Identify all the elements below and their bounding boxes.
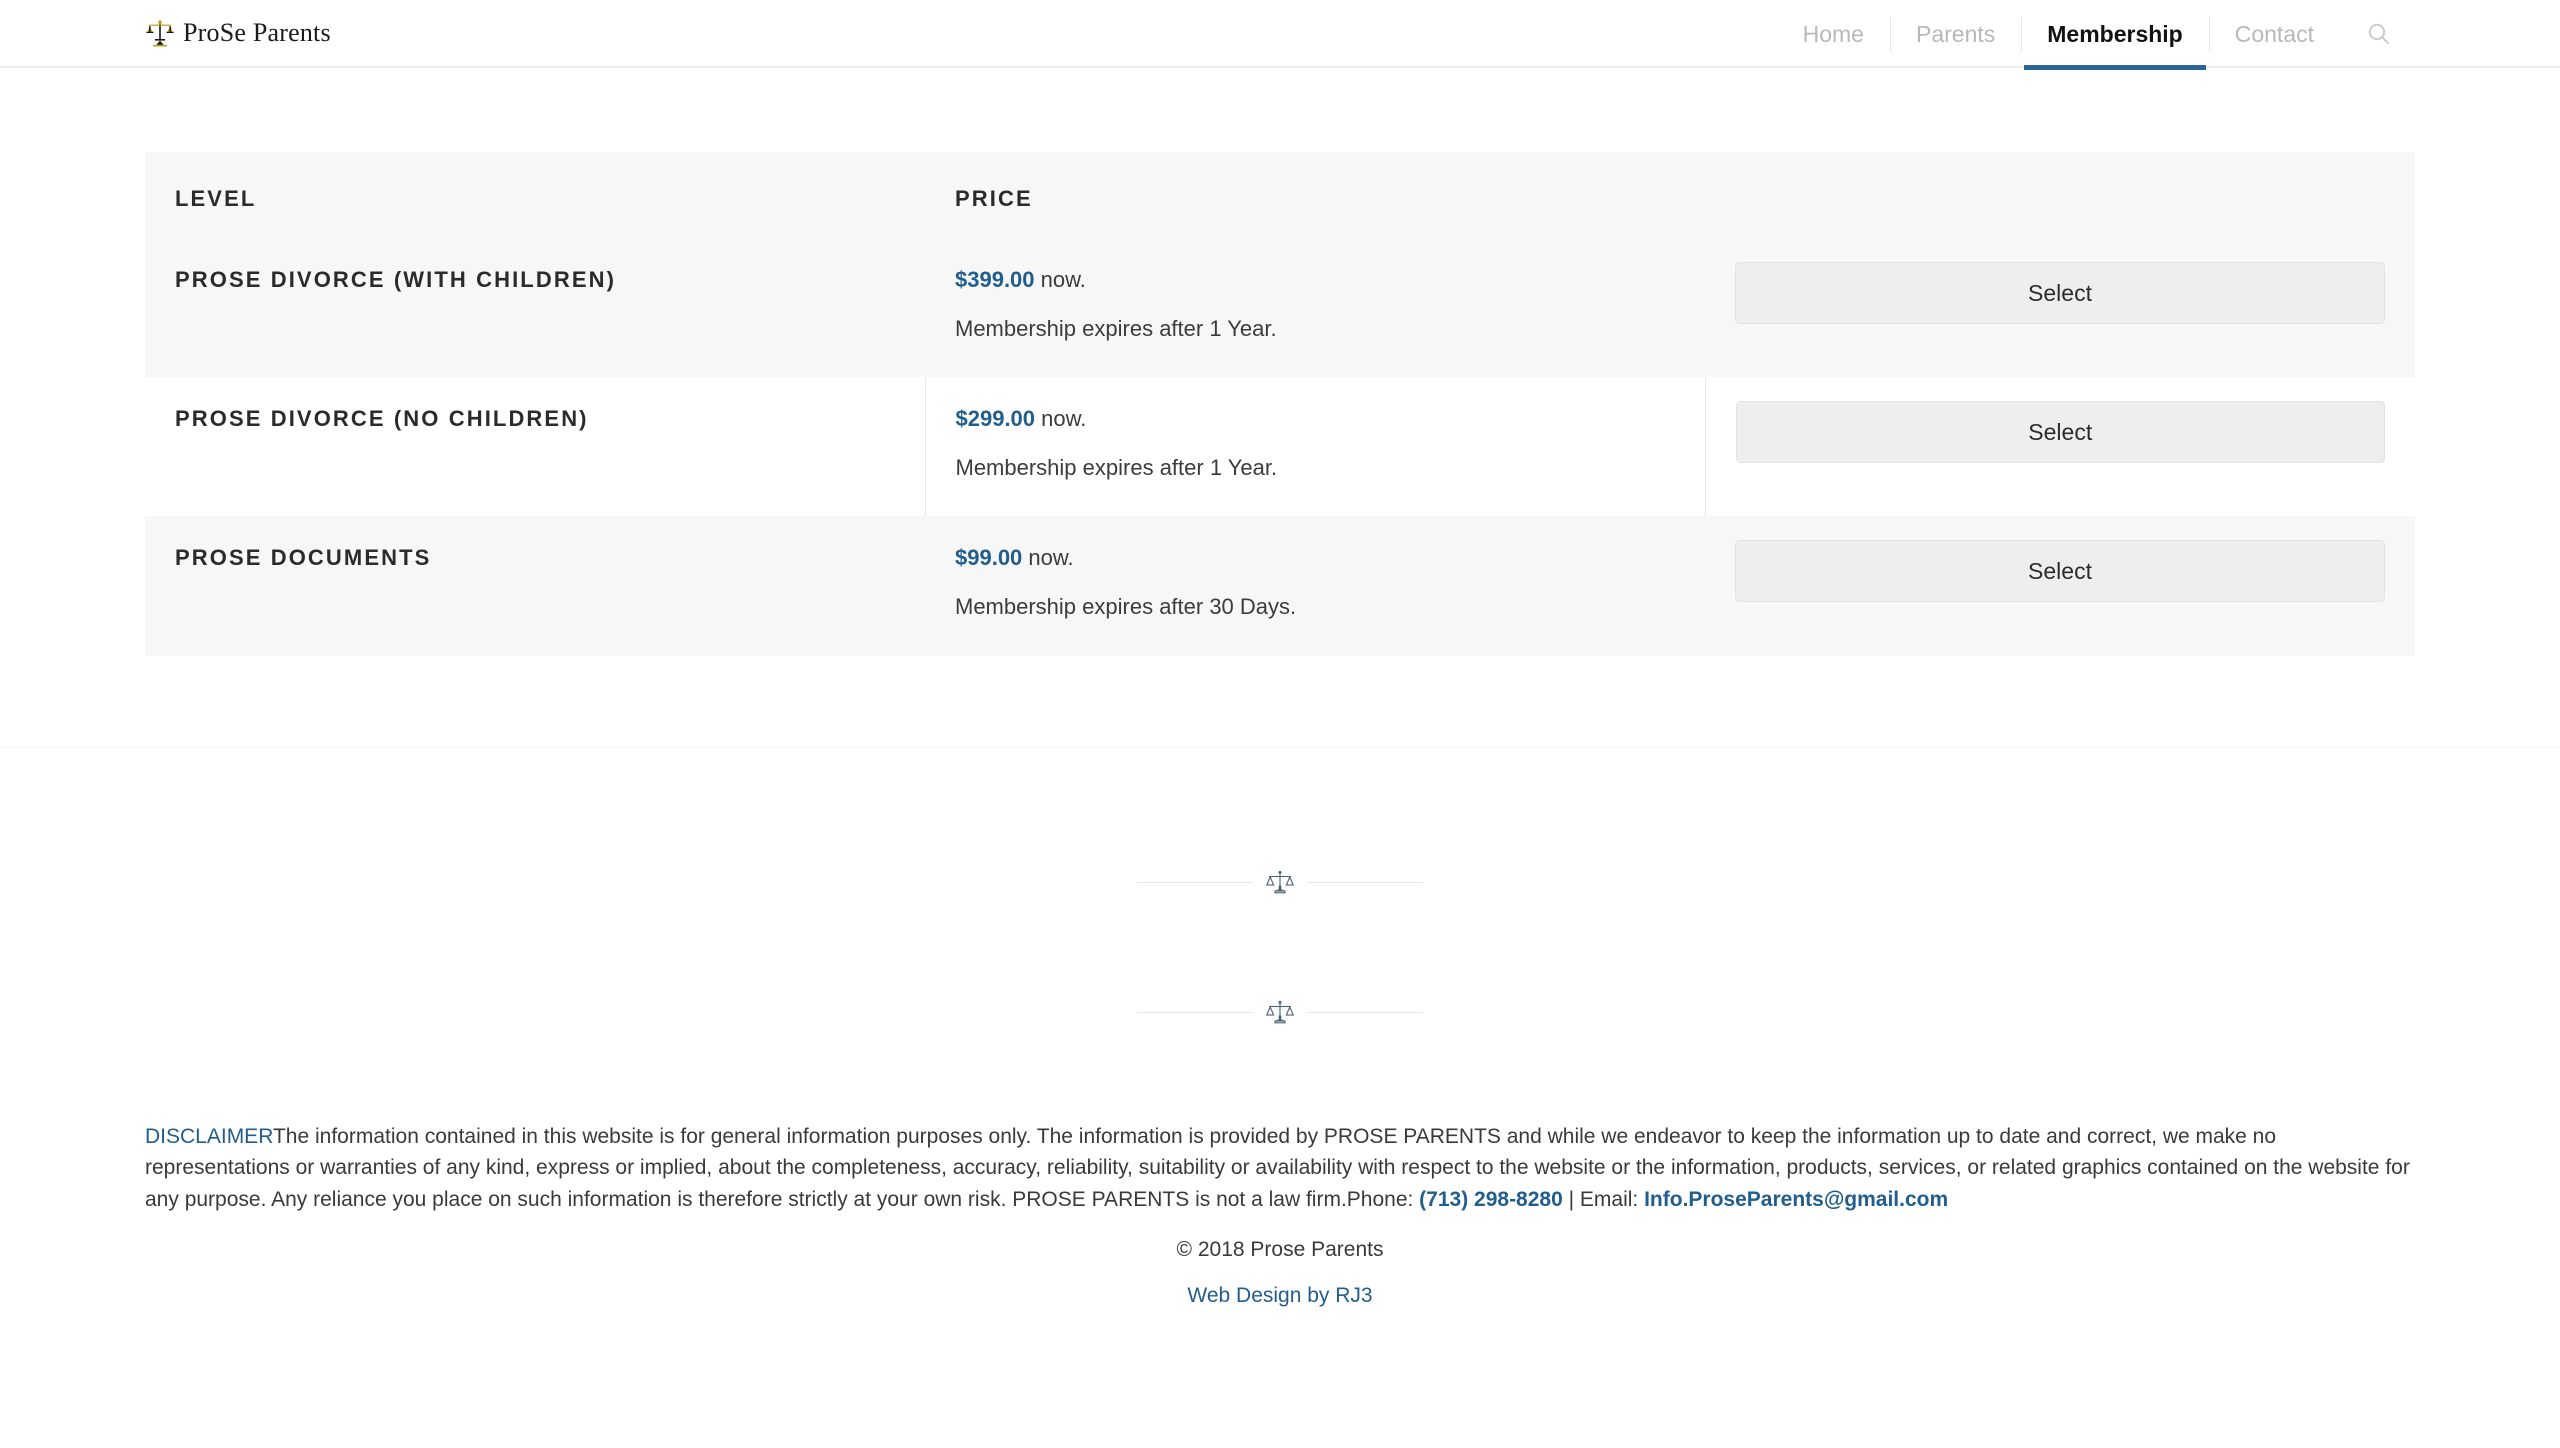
scales-of-justice-icon xyxy=(1265,868,1295,898)
action-cell: Select xyxy=(1705,516,2415,656)
price-suffix: now. xyxy=(1034,267,1086,292)
price-cell: $399.00 now. Membership expires after 1 … xyxy=(925,238,1705,378)
table-row: PROSE DIVORCE (NO CHILDREN) $299.00 now.… xyxy=(145,377,2415,517)
footer-separator-bottom xyxy=(0,998,2560,1028)
separator-line-right xyxy=(1308,882,1423,884)
price-cell: $299.00 now. Membership expires after 1 … xyxy=(924,377,1705,517)
disclaimer-text: DISCLAIMERThe information contained in t… xyxy=(145,1121,2415,1217)
phone-link[interactable]: (713) 298-8280 xyxy=(1419,1188,1563,1211)
nav-item-contact[interactable]: Contact xyxy=(2208,0,2340,68)
web-design-credit-link[interactable]: Web Design by RJ3 xyxy=(1187,1284,1372,1307)
price-amount: $299.00 xyxy=(955,406,1036,432)
price-suffix: now. xyxy=(1035,406,1087,432)
price-cell: $99.00 now. Membership expires after 30 … xyxy=(925,516,1705,656)
membership-pricing-table: LEVEL PRICE PROSE DIVORCE (WITH CHILDREN… xyxy=(145,152,2415,656)
copyright-text: © 2018 Prose Parents xyxy=(1176,1238,1384,1262)
brand-name: ProSe Parents xyxy=(183,18,331,47)
action-cell: Select xyxy=(1705,238,2415,378)
table-row: PROSE DIVORCE (WITH CHILDREN) $399.00 no… xyxy=(145,238,2415,378)
search-icon[interactable] xyxy=(2340,0,2410,68)
pricing-table-header-row: LEVEL PRICE xyxy=(145,152,2415,238)
price-suffix: now. xyxy=(1022,545,1074,571)
select-button[interactable]: Select xyxy=(1735,262,2385,324)
table-row: PROSE DOCUMENTS $99.00 now. Membership e… xyxy=(145,516,2415,656)
disclaimer-link[interactable]: DISCLAIMER xyxy=(145,1125,273,1148)
separator-line-left xyxy=(1137,1012,1252,1014)
disclaimer-email-separator: | Email: xyxy=(1562,1188,1645,1212)
main-content: LEVEL PRICE PROSE DIVORCE (WITH CHILDREN… xyxy=(0,68,2560,746)
level-name: PROSE DOCUMENTS xyxy=(145,516,925,656)
level-name: PROSE DIVORCE (NO CHILDREN) xyxy=(145,377,925,517)
nav-item-parents[interactable]: Parents xyxy=(1889,0,2021,68)
pricing-table-body: PROSE DIVORCE (WITH CHILDREN) $399.00 no… xyxy=(145,238,2415,656)
scales-of-justice-icon xyxy=(1265,998,1295,1028)
site-header: ProSe Parents Home Parents Membership Co… xyxy=(0,0,2560,70)
web-design-credit: Web Design by RJ3 xyxy=(0,1284,2560,1308)
disclaimer-body: The information contained in this websit… xyxy=(145,1124,2410,1212)
separator-line-left xyxy=(1137,882,1252,884)
column-header-price: PRICE xyxy=(925,152,1705,238)
scales-of-justice-logo-icon xyxy=(145,18,175,48)
level-name: PROSE DIVORCE (WITH CHILDREN) xyxy=(145,238,925,378)
site-footer: DISCLAIMERThe information contained in t… xyxy=(0,748,2560,1309)
price-expiry: Membership expires after 1 Year. xyxy=(955,315,1277,341)
pricing-table-head: LEVEL PRICE xyxy=(145,152,2415,238)
select-button[interactable]: Select xyxy=(1735,540,2385,603)
column-header-action xyxy=(1705,152,2415,238)
price-expiry: Membership expires after 1 Year. xyxy=(955,454,1278,480)
nav-item-membership[interactable]: Membership xyxy=(2021,0,2208,70)
price-amount: $399.00 xyxy=(955,267,1035,292)
price-expiry: Membership expires after 30 Days. xyxy=(955,593,1297,619)
select-button[interactable]: Select xyxy=(1735,401,2385,464)
column-header-level: LEVEL xyxy=(145,152,925,238)
separator-line-right xyxy=(1308,1012,1423,1014)
action-cell: Select xyxy=(1704,377,2415,517)
price-amount: $99.00 xyxy=(955,545,1023,571)
nav-item-home[interactable]: Home xyxy=(1777,0,1890,68)
main-navigation: Home Parents Membership Contact xyxy=(1777,0,2410,70)
footer-separator-top xyxy=(0,868,2560,898)
email-link[interactable]: Info.ProseParents@gmail.com xyxy=(1644,1188,1948,1211)
brand-logo-link[interactable]: ProSe Parents xyxy=(145,18,331,48)
